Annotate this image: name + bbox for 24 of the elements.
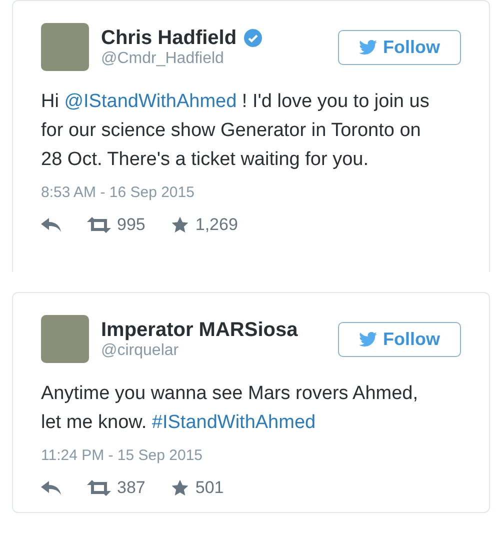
reply-icon[interactable] bbox=[41, 481, 61, 495]
user-name[interactable]: Chris Hadfield bbox=[101, 26, 237, 50]
retweet-icon[interactable] bbox=[87, 217, 111, 233]
tweet-timestamp[interactable]: 11:24 PM - 15 Sep 2015 bbox=[41, 447, 461, 464]
tweet-text: Hi @IStandWithAhmed ! I'd love you to join us for our science show Generator in Toronto on 28 Oct. There's a ticket waiting for you. bbox=[41, 90, 430, 172]
hashtag-link[interactable]: @IStandWithAhmed bbox=[64, 91, 237, 112]
retweet-count: 995 bbox=[117, 215, 146, 235]
follow-button[interactable]: Follow bbox=[338, 30, 461, 64]
favorite-count: 1,269 bbox=[195, 215, 238, 235]
reply-icon[interactable] bbox=[41, 218, 61, 232]
user-handle[interactable]: @cirquelar bbox=[101, 342, 326, 360]
bird-icon bbox=[359, 332, 377, 346]
favorite-count: 501 bbox=[195, 478, 224, 498]
bird-icon bbox=[359, 40, 377, 54]
follow-button[interactable]: Follow bbox=[338, 322, 461, 356]
retweet-icon[interactable] bbox=[87, 480, 111, 496]
user-name[interactable]: Imperator MARSiosa bbox=[101, 318, 298, 342]
retweet-count: 387 bbox=[117, 478, 146, 498]
tweet-timestamp[interactable]: 8:53 AM - 16 Sep 2015 bbox=[41, 184, 461, 201]
hashtag-link[interactable]: #IStandWithAhmed bbox=[152, 412, 316, 433]
user-handle[interactable]: @Cmdr_Hadfield bbox=[101, 50, 326, 68]
star-icon[interactable] bbox=[171, 216, 190, 234]
tweet-text: Anytime you wanna see Mars rovers Ahmed, let me know. #IStandWithAhmed bbox=[41, 382, 420, 435]
star-icon[interactable] bbox=[171, 479, 190, 497]
